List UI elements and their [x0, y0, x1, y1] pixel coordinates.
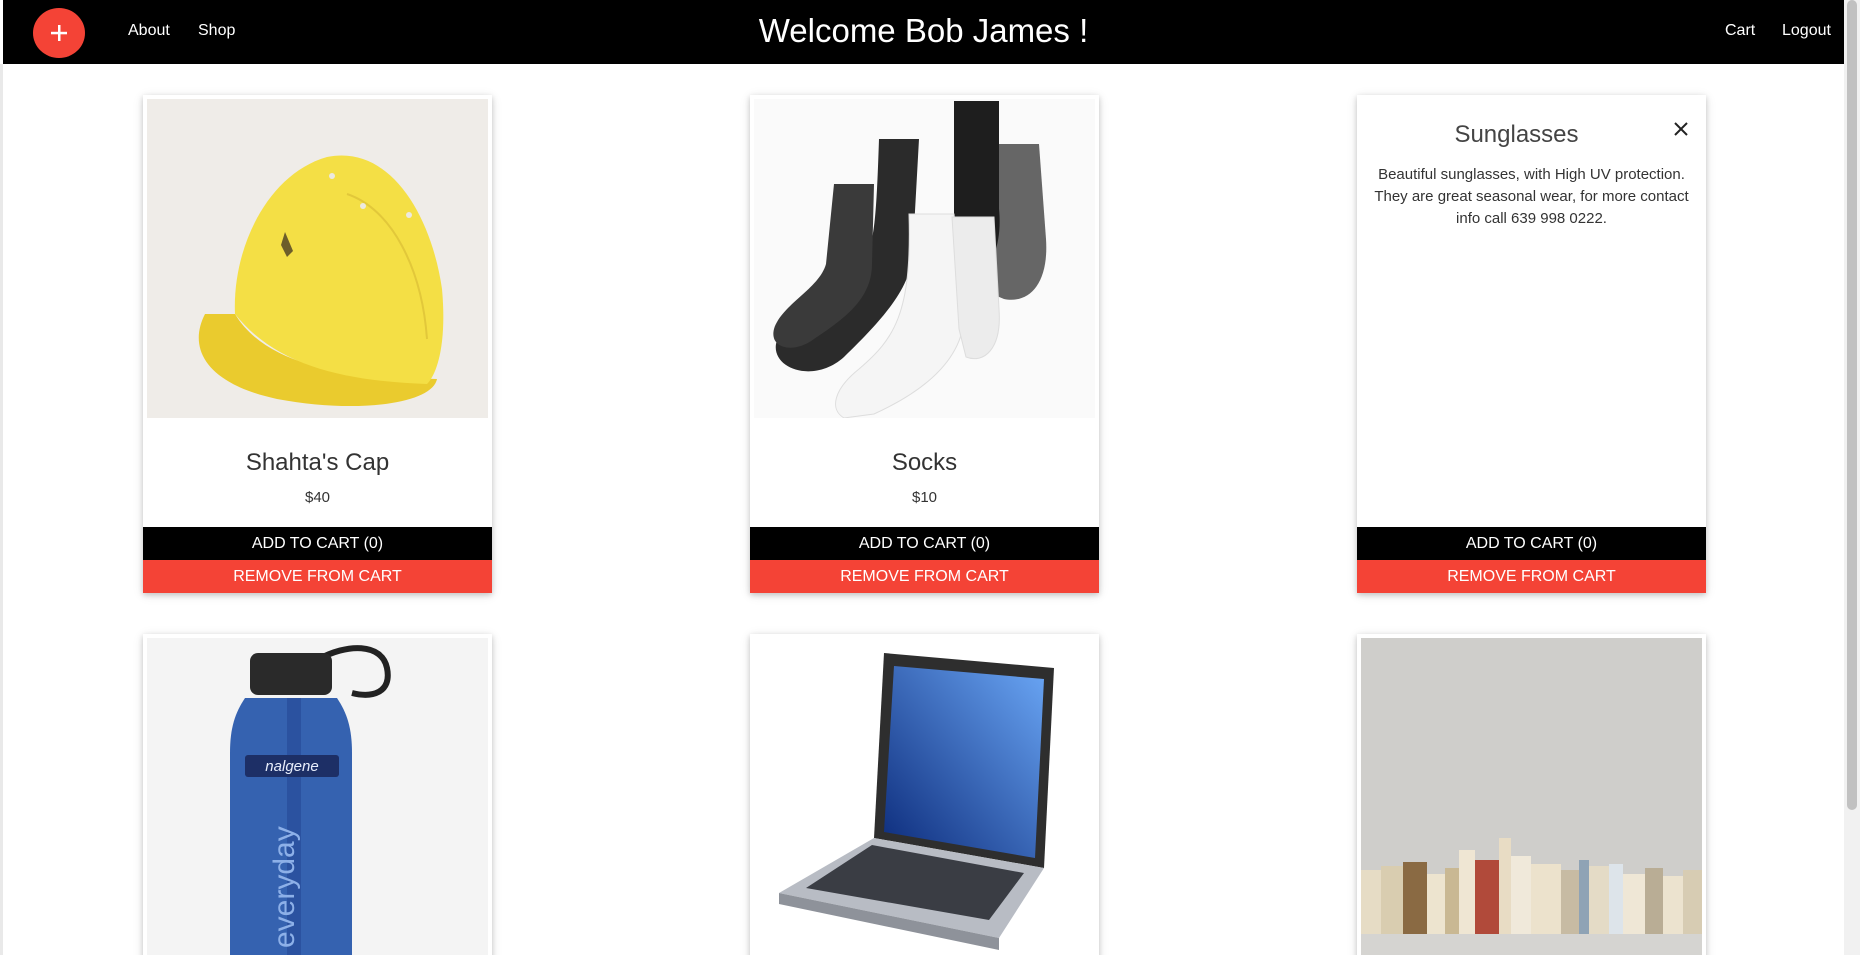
remove-from-cart-button[interactable]: REMOVE FROM CART	[750, 560, 1099, 593]
add-to-cart-button[interactable]: ADD TO CART (0)	[1357, 527, 1706, 560]
bottle-brand-text: nalgene	[265, 758, 318, 775]
product-card-socks: Socks $10 ADD TO CART (0) REMOVE FROM CA…	[750, 95, 1099, 593]
product-card-books	[1357, 634, 1706, 955]
product-image-cap[interactable]	[147, 99, 488, 418]
product-description: Beautiful sunglasses, with High UV prote…	[1374, 166, 1689, 227]
scrollbar-thumb[interactable]	[1847, 0, 1857, 810]
left-edge	[0, 64, 3, 955]
product-image-socks[interactable]	[754, 99, 1095, 418]
product-card-cap: Shahta's Cap $40 ADD TO CART (0) REMOVE …	[143, 95, 492, 593]
product-price: $10	[911, 489, 938, 506]
add-to-cart-button[interactable]: ADD TO CART (0)	[750, 527, 1099, 560]
nav-link-logout[interactable]: Logout	[1782, 22, 1831, 40]
remove-from-cart-button[interactable]: REMOVE FROM CART	[1357, 560, 1706, 593]
top-navbar: About Shop Welcome Bob James ! Cart Logo…	[3, 0, 1844, 64]
product-title: Shahta's Cap	[245, 449, 390, 476]
product-image-water-bottle[interactable]: nalgene everyday	[147, 638, 488, 955]
product-card-laptop	[750, 634, 1099, 955]
product-image-laptop[interactable]	[754, 638, 1095, 955]
product-card-sunglasses: Sunglasses Beautiful sunglasses, with Hi…	[1357, 95, 1706, 593]
page: About Shop Welcome Bob James ! Cart Logo…	[0, 0, 1860, 955]
welcome-title: Welcome Bob James !	[758, 12, 1089, 49]
product-price: $40	[304, 489, 331, 506]
bottle-side-text: everyday	[268, 826, 301, 948]
product-title: Socks	[891, 449, 958, 476]
remove-from-cart-button[interactable]: REMOVE FROM CART	[143, 560, 492, 593]
close-icon[interactable]	[1671, 117, 1691, 141]
add-to-cart-button[interactable]: ADD TO CART (0)	[143, 527, 492, 560]
product-image-books[interactable]	[1361, 638, 1702, 955]
product-title: Sunglasses	[1454, 121, 1579, 148]
product-card-water-bottle: nalgene everyday	[143, 634, 492, 955]
nav-link-cart[interactable]: Cart	[1725, 22, 1755, 40]
